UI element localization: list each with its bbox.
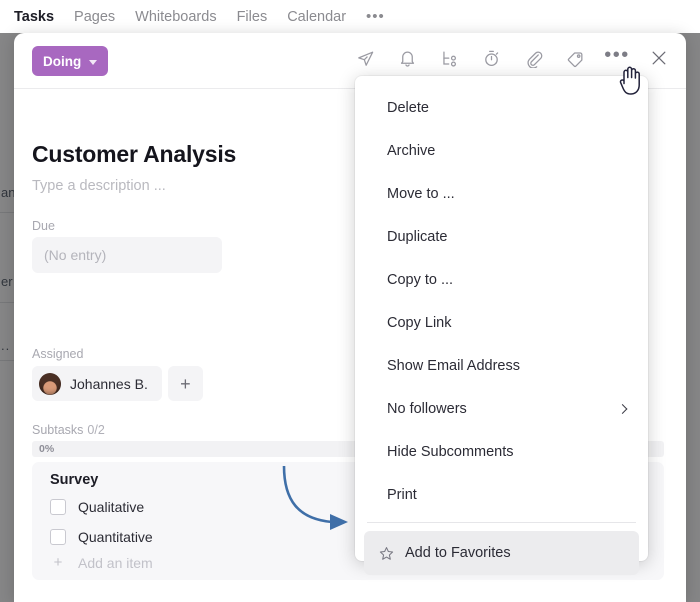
list-item[interactable]: Qualitative [50, 499, 144, 515]
checkbox-qualitative[interactable] [50, 499, 66, 515]
menu-item-label: Duplicate [387, 228, 448, 245]
close-icon[interactable] [644, 43, 674, 73]
menu-item-label: Copy to ... [387, 271, 454, 288]
star-icon [378, 545, 395, 562]
menu-item-move-to[interactable]: Move to ... [355, 172, 648, 215]
nav-item-files[interactable]: Files [237, 9, 268, 25]
assigned-row: Johannes B. + [32, 366, 203, 401]
more-options-label: ••• [604, 44, 630, 66]
add-subtask-button[interactable]: + Add an item [50, 554, 153, 571]
status-dropdown-button[interactable]: Doing [32, 46, 109, 76]
menu-item-hide-subcomments[interactable]: Hide Subcomments [355, 430, 648, 473]
modal-toolbar: ••• [350, 43, 674, 73]
tag-icon[interactable] [560, 43, 590, 73]
menu-item-duplicate[interactable]: Duplicate [355, 215, 648, 258]
page-title[interactable]: Customer Analysis [32, 141, 236, 168]
chevron-right-icon [617, 403, 628, 414]
nav-overflow-button[interactable]: ••• [366, 8, 385, 25]
menu-item-label: Move to ... [387, 185, 455, 202]
status-label: Doing [43, 53, 82, 69]
attachment-icon[interactable] [518, 43, 548, 73]
context-menu: Delete Archive Move to ... Duplicate Cop… [355, 76, 648, 575]
description-placeholder[interactable]: Type a description ... [32, 178, 166, 194]
send-icon[interactable] [350, 43, 380, 73]
menu-item-label: Archive [387, 142, 436, 159]
menu-item-label: Hide Subcomments [387, 443, 514, 460]
menu-item-copy-link[interactable]: Copy Link [355, 301, 648, 344]
subtasks-label-text: Subtasks [32, 423, 84, 437]
menu-item-print[interactable]: Print [355, 473, 648, 516]
menu-item-no-followers[interactable]: No followers [355, 387, 648, 430]
assignee-name: Johannes B. [70, 375, 148, 392]
menu-item-archive[interactable]: Archive [355, 129, 648, 172]
menu-item-show-email-address[interactable]: Show Email Address [355, 344, 648, 387]
add-assignee-button[interactable]: + [167, 366, 203, 401]
nav-item-tasks[interactable]: Tasks [14, 9, 54, 25]
subtask-label: Quantitative [78, 529, 153, 545]
chevron-down-icon [89, 59, 98, 65]
plus-icon: + [53, 554, 63, 571]
menu-item-label: No followers [387, 400, 467, 417]
subtask-tree-icon[interactable] [434, 43, 464, 73]
add-subtask-label: Add an item [78, 554, 153, 571]
assignee-chip[interactable]: Johannes B. [32, 366, 162, 401]
subtasks-count: 0/2 [87, 423, 105, 437]
menu-item-label: Print [387, 486, 417, 503]
nav-item-pages[interactable]: Pages [74, 9, 115, 25]
subtask-label: Qualitative [78, 499, 145, 515]
subtask-group-title: Survey [50, 472, 99, 488]
top-navigation: Tasks Pages Whiteboards Files Calendar •… [0, 0, 700, 33]
avatar [39, 372, 61, 395]
nav-item-whiteboards[interactable]: Whiteboards [135, 9, 216, 25]
timer-icon[interactable] [476, 43, 506, 73]
list-item[interactable]: Quantitative [50, 529, 153, 545]
menu-item-add-to-favorites[interactable]: Add to Favorites [364, 531, 639, 575]
menu-item-delete[interactable]: Delete [355, 86, 648, 129]
checkbox-quantitative[interactable] [50, 529, 66, 545]
menu-item-label: Copy Link [387, 314, 452, 331]
menu-divider [367, 522, 636, 523]
menu-item-copy-to[interactable]: Copy to ... [355, 258, 648, 301]
nav-item-calendar[interactable]: Calendar [287, 9, 346, 25]
menu-item-label: Delete [387, 99, 429, 116]
more-options-button[interactable]: ••• [602, 43, 632, 73]
due-field[interactable]: (No entry) [32, 237, 222, 273]
subtasks-label: Subtasks 0/2 [32, 423, 105, 437]
menu-item-label: Add to Favorites [405, 545, 511, 561]
subtasks-progress-text: 0% [39, 443, 55, 455]
bell-icon[interactable] [392, 43, 422, 73]
menu-item-label: Show Email Address [387, 357, 520, 374]
assigned-label: Assigned [32, 347, 84, 361]
due-label: Due [32, 219, 55, 233]
